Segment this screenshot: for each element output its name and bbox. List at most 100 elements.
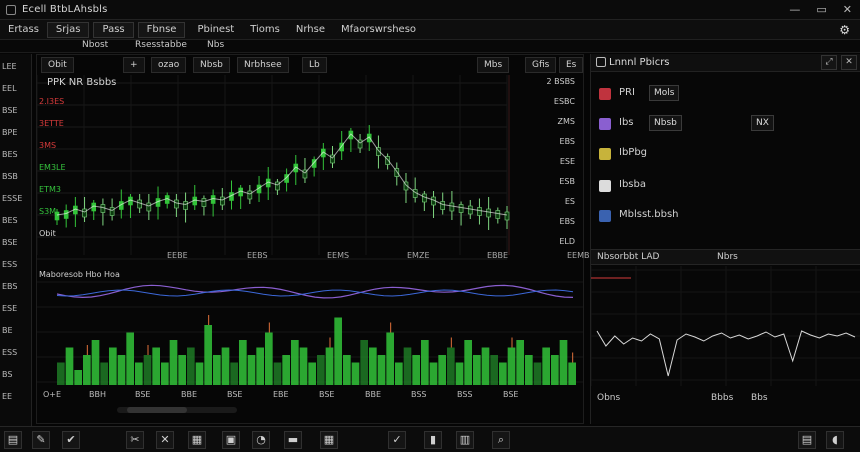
y-axis-label: ESB [559, 177, 575, 186]
candle-body [247, 190, 253, 200]
chart-symbol-label: PPK NR Bsbbs [47, 77, 117, 88]
menu-item[interactable]: Pass [93, 21, 134, 38]
menu-item[interactable]: Fbnse [137, 21, 186, 38]
instrument-tag[interactable]: Mols [649, 85, 680, 101]
menu-item[interactable]: Tioms [242, 20, 288, 40]
menu-item[interactable]: Mfaorswrsheso [333, 20, 424, 40]
toolbar-button[interactable]: Es [559, 57, 584, 73]
signal-line [56, 289, 574, 297]
toolbar-tool-icon[interactable]: ✕ [156, 431, 174, 449]
expand-icon[interactable]: ⤢ [821, 55, 837, 70]
window-controls: — ▭ ✕ [789, 3, 852, 16]
close-panel-icon[interactable]: ✕ [841, 55, 857, 70]
toolbar-tool-icon[interactable]: ⌕ [492, 431, 510, 449]
volume-bar [143, 355, 152, 385]
volume-bar [65, 347, 74, 385]
instrument-row[interactable]: Ibs Nbsb NX [591, 110, 860, 140]
toolbar-tool-icon[interactable]: ◔ [252, 431, 270, 449]
menu-item[interactable]: Ertass [0, 20, 47, 40]
price-level-label: S3M [39, 207, 57, 216]
candle-body [210, 195, 216, 204]
candle-body [440, 201, 446, 210]
y-axis-label: EBS [559, 217, 575, 226]
sub-chart-tab[interactable]: Nbrs [717, 252, 738, 262]
rail-price-label: ESSE [2, 194, 23, 203]
chart-scrollbar[interactable] [117, 407, 237, 413]
subbar-item[interactable]: Nbost [82, 40, 108, 50]
volume-bar [360, 340, 368, 385]
toolbar-button[interactable]: ozao [151, 57, 187, 73]
volume-bar [308, 362, 316, 385]
instrument-row[interactable]: PRI Mols [591, 80, 860, 110]
volume-bar [317, 355, 325, 385]
instrument-row[interactable]: IbPbg [591, 140, 860, 170]
toolbar-button[interactable]: Lb [302, 57, 327, 73]
volume-bar [91, 340, 100, 385]
toolbar-tool-icon[interactable]: ▥ [456, 431, 474, 449]
instrument-row[interactable]: Ibsba [591, 172, 860, 202]
menu-item[interactable]: Pbinest [189, 20, 242, 40]
minimize-icon[interactable]: — [789, 3, 800, 16]
volume-bar [499, 362, 507, 385]
toolbar-tool-icon[interactable]: ✎ [32, 431, 50, 449]
volume-bar [247, 355, 256, 385]
candle-body [63, 210, 69, 219]
scrollbar-thumb[interactable] [127, 407, 187, 413]
volume-bar [100, 362, 108, 385]
toolbar-tool-icon[interactable]: ▬ [284, 431, 302, 449]
close-icon[interactable]: ✕ [843, 3, 852, 16]
volume-bar [455, 362, 464, 385]
sub-chart[interactable] [591, 266, 860, 391]
menu-item[interactable]: Srjas [46, 21, 90, 38]
candle-body [449, 202, 455, 212]
sub-chart-footer: Obns Bbbs Bbs [591, 391, 860, 407]
toolbar-tool-icon[interactable]: ▣ [222, 431, 240, 449]
toolbar-button[interactable]: + [123, 57, 145, 73]
volume-bar [213, 355, 221, 385]
toolbar-tool-icon[interactable]: ▮ [424, 431, 442, 449]
instrument-tag[interactable]: Nbsb [649, 115, 682, 131]
volume-bar [204, 325, 212, 385]
toolbar-tool-icon[interactable]: ▦ [188, 431, 206, 449]
subbar-item[interactable]: Nbs [207, 40, 224, 50]
toolbar-tool-icon[interactable]: ▤ [4, 431, 22, 449]
rail-price-label: BE [2, 326, 13, 335]
toolbar-tool-icon[interactable]: ✂ [126, 431, 144, 449]
settings-icon[interactable]: ⚙ [839, 23, 850, 37]
toolbar-button[interactable]: Nbsb [193, 57, 230, 73]
symbol-button[interactable]: Obit [41, 57, 74, 73]
x-axis-label: BSE [135, 390, 151, 399]
toolbar-button[interactable]: Nrbhsee [237, 57, 289, 73]
candle-body [100, 204, 106, 213]
restore-icon[interactable]: ▭ [816, 3, 826, 16]
x-axis-label: BBE [365, 390, 382, 399]
menu-item[interactable]: Nrhse [288, 20, 333, 40]
candle-body [82, 208, 87, 218]
toolbar-tool-icon[interactable]: ◖ [826, 431, 844, 449]
rail-price-label: ESE [2, 304, 18, 313]
candle-body [137, 199, 142, 209]
rail-price-label: EE [2, 392, 13, 401]
instrument-label: Mblsst.bbsh [619, 209, 679, 220]
price-level-label: EM3LE [39, 163, 66, 172]
price-chart[interactable] [37, 75, 583, 265]
rail-price-label: BPE [2, 128, 18, 137]
toolbar-tool-icon[interactable]: ✓ [388, 431, 406, 449]
price-level-label: Obit [39, 229, 56, 238]
rail-price-label: BSE [2, 238, 18, 247]
subbar-item[interactable]: Rsesstabbe [135, 40, 187, 50]
toolbar-tool-icon[interactable]: ▦ [320, 431, 338, 449]
instrument-row[interactable]: Mblsst.bbsh [591, 202, 860, 232]
right-panel-title: Lnnnl Pbicrs [609, 57, 670, 68]
instrument-tag[interactable]: NX [751, 115, 774, 131]
x-axis-label: EEBS [247, 251, 268, 260]
left-price-rail: LEE EEL BSE BPE BES BSB ESSE BES BSE ESS EBS ESE BE E… [0, 54, 32, 426]
volume-chart[interactable] [37, 277, 583, 387]
volume-bar [343, 355, 351, 385]
toolbar-tool-icon[interactable]: ✔ [62, 431, 80, 449]
toolbar-button[interactable]: Gfis [525, 57, 557, 73]
x-axis-label: EBE [273, 390, 289, 399]
toolbar-tool-icon[interactable]: ▤ [798, 431, 816, 449]
toolbar-button[interactable]: Mbs [477, 57, 510, 73]
x-axis-label: EEBE [167, 251, 188, 260]
